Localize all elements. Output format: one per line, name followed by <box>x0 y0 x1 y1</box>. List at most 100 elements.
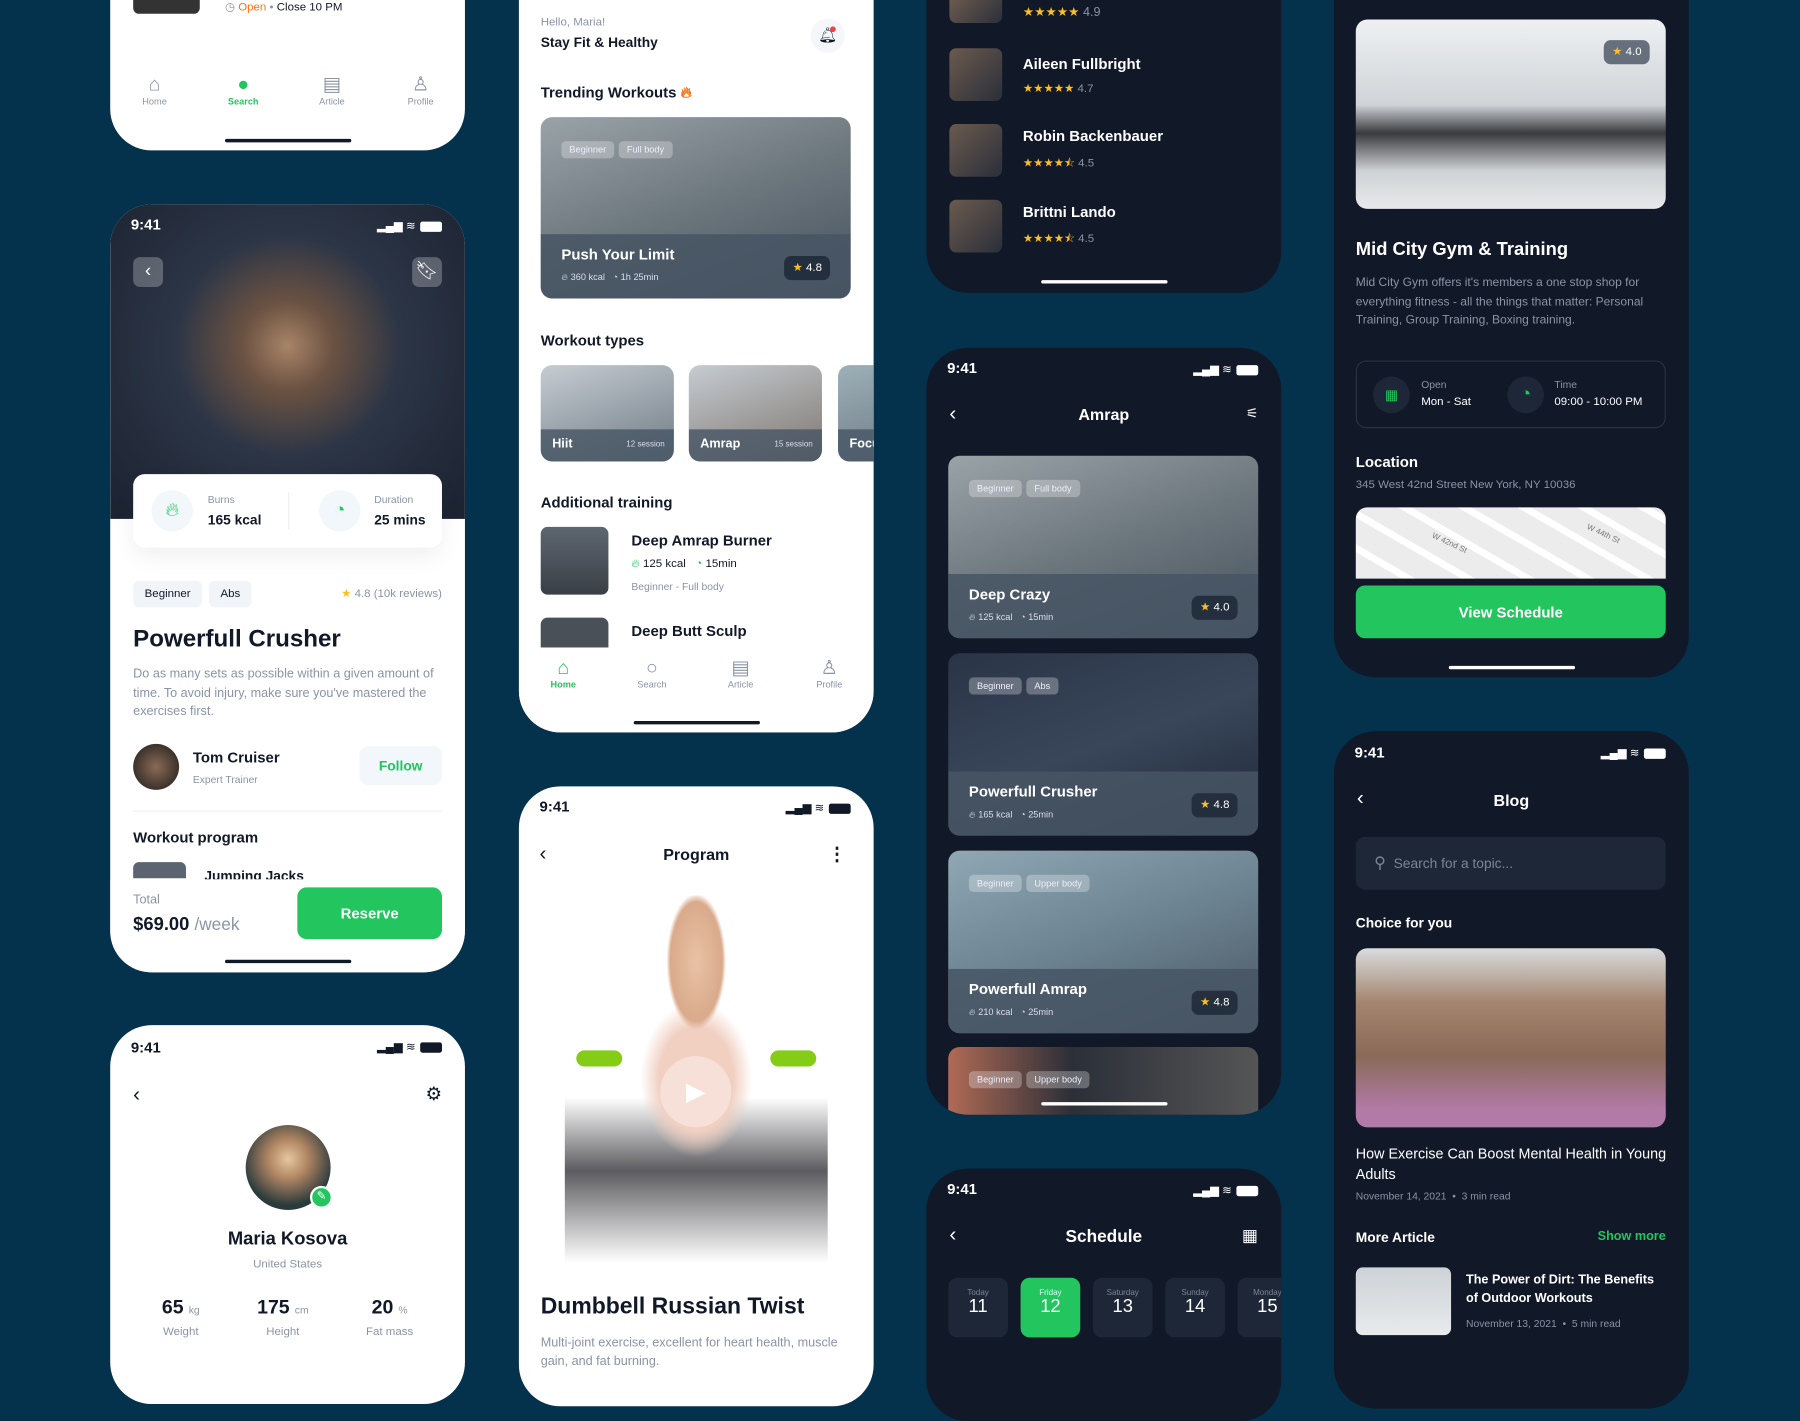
trainer-role: Expert Trainer <box>192 773 258 786</box>
more-icon[interactable]: ⋮ <box>828 843 846 866</box>
follow-button[interactable]: Follow <box>359 746 442 786</box>
close-time: Close 10 PM <box>276 1 343 14</box>
trainer-rating: 4.9 <box>1082 5 1101 20</box>
nav-home[interactable]: ⌂ Home <box>126 73 183 106</box>
status-time: 9:41 <box>947 1180 977 1198</box>
tag-beginner: Beginner <box>133 580 203 608</box>
trainer-avatar <box>949 48 1003 102</box>
burns-label: Burns <box>207 493 235 506</box>
nav-search[interactable]: ○ Search <box>623 657 680 690</box>
show-more-link[interactable]: Show more <box>1598 1230 1666 1244</box>
reserve-button[interactable]: Reserve <box>297 887 442 940</box>
gym-thumbnail <box>133 0 200 14</box>
stats-card: 🔥︎ Burns 165 kcal ◔ Duration 25 mins <box>133 474 442 548</box>
duration-label: Duration <box>374 493 414 506</box>
screen-title: Amrap <box>1078 405 1130 424</box>
view-schedule-button[interactable]: View Schedule <box>1355 585 1666 639</box>
duration-value: 25 mins <box>374 512 426 529</box>
featured-image[interactable] <box>1355 948 1666 1128</box>
amrap-screen: 9:41 ▂▄▆ ≋ ‹ Amrap ⚟ Beginner Full body D… <box>926 347 1282 1115</box>
featured-title[interactable]: How Exercise Can Boost Mental Health in … <box>1356 1143 1668 1184</box>
blog-screen: 9:41 ▂▄▆ ≋ ‹ Blog ⚲ Search for a topic..… <box>1333 731 1689 1409</box>
home-screen: Hello, Maria! Stay Fit & Healthy 🔔︎ Tren… <box>518 0 874 733</box>
additional-title[interactable]: Deep Amrap Burner <box>631 532 771 549</box>
nav-home[interactable]: ⌂ Home <box>535 657 592 690</box>
day-chip-selected[interactable]: Friday 12 <box>1020 1277 1081 1338</box>
article-title[interactable]: The Power of Dirt: The Benefits of Outdo… <box>1466 1271 1667 1308</box>
day-chip[interactable]: Saturday 13 <box>1092 1277 1153 1338</box>
type-card-focus[interactable]: Focus <box>838 365 874 462</box>
screen-title: Program <box>663 844 730 864</box>
rating: ★ 4.8 (10k reviews) <box>341 587 442 601</box>
location-heading: Location <box>1355 453 1418 471</box>
workout-card[interactable]: Beginner Abs Powerfull Crusher 🔥︎ 165 kcal… <box>948 653 1259 836</box>
greeting: Hello, Maria! <box>540 16 606 29</box>
nav-article[interactable]: ▤ Article <box>712 657 769 690</box>
back-button[interactable]: ‹ <box>133 257 164 287</box>
day-chip[interactable]: Sunday 14 <box>1165 1277 1225 1338</box>
nav-search[interactable]: ● Search <box>215 73 272 106</box>
gym-image: ★ 4.0 <box>1355 19 1666 209</box>
home-indicator <box>1041 280 1168 284</box>
program-item[interactable]: Jumping Jacks <box>204 868 304 879</box>
trainer-row[interactable]: ★★★★★ 4.9 <box>1023 5 1101 21</box>
workout-card[interactable]: Beginner Full body Deep Crazy 🔥︎ 125 kcal … <box>948 455 1259 639</box>
screen-title: Blog <box>1493 790 1530 810</box>
home-indicator <box>633 720 760 725</box>
type-card-hiit[interactable]: Hiit 12 session <box>540 365 674 462</box>
search-input[interactable]: ⚲ Search for a topic... <box>1355 836 1666 890</box>
rating-badge: ★ 4.0 <box>1604 40 1650 65</box>
bookmark-button[interactable]: 🔖︎ <box>412 257 442 287</box>
price: $69.00 /week <box>133 914 240 935</box>
day-chip[interactable]: Monday 15 <box>1237 1277 1282 1338</box>
additional-title[interactable]: Deep Butt Sculp <box>631 622 746 639</box>
clock-icon: ◔ <box>1507 376 1545 414</box>
play-button[interactable]: ▶ <box>660 1056 732 1128</box>
stat-fat-mass: 20 % Fat mass <box>366 1296 414 1339</box>
workout-card[interactable]: Beginner Upper body Powerfull Amrap 🔥︎ 210… <box>948 850 1259 1034</box>
settings-icon[interactable]: ⚙ <box>426 1083 442 1106</box>
types-heading: Workout types <box>540 331 645 349</box>
exercise-video[interactable]: ▶ <box>564 895 828 1263</box>
bottom-nav: ⌂ Home ● Search ▤ Article ♙ Profile <box>110 73 465 106</box>
type-card-amrap[interactable]: Amrap 15 session <box>688 365 822 462</box>
map[interactable]: W 42nd St W 44th St <box>1355 507 1666 579</box>
profile-icon: ♙ <box>411 73 430 96</box>
hero-image <box>110 204 465 519</box>
trending-card[interactable]: Beginner Full body Push Your Limit 🔥︎ 360 … <box>540 117 851 299</box>
article-icon: ▤ <box>731 656 750 679</box>
trainer-row[interactable]: Robin Backenbauer ★★★★⯪ 4.5 <box>949 123 1163 177</box>
trainer-row[interactable]: Brittni Lando ★★★★⯪ 4.5 <box>949 199 1116 253</box>
profile-screen: 9:41 ▂▄▆ ≋ ‹ ⚙ ✎ Maria Kosova United Sta… <box>110 1025 465 1405</box>
back-button[interactable]: ‹ <box>133 1083 140 1107</box>
fire-icon: 🔥︎ <box>680 83 692 102</box>
edit-avatar-button[interactable]: ✎ <box>309 1185 333 1209</box>
status-icons: ▂▄▆ ≋ <box>1193 1185 1259 1197</box>
trainer-row[interactable]: Aileen Fullbright ★★★★★ 4.7 <box>949 48 1141 102</box>
trainer-avatar <box>133 743 180 790</box>
nav-article[interactable]: ▤ Article <box>303 73 360 106</box>
search-icon: ○ <box>646 656 658 679</box>
home-icon: ⌂ <box>557 656 570 679</box>
total-label: Total <box>133 893 160 907</box>
home-indicator <box>1041 1102 1168 1106</box>
filter-icon[interactable]: ⚟ <box>1246 405 1258 421</box>
tag: Full body <box>618 141 673 159</box>
calendar-icon[interactable]: ▦ <box>1242 1225 1258 1246</box>
nav-profile[interactable]: ♙ Profile <box>392 73 449 106</box>
featured-meta: November 14, 2021 • 3 min read <box>1355 1190 1511 1202</box>
stat-weight: 65 kg Weight <box>161 1296 200 1339</box>
profile-stats: 65 kg Weight 175 cm Height 20 % Fat mass <box>133 1296 442 1338</box>
notification-button[interactable]: 🔔︎ <box>810 18 845 53</box>
workout-title: Powerfull Crusher <box>133 625 341 653</box>
status-time: 9:41 <box>130 215 161 234</box>
rating-stars: ★★★★★ <box>1022 5 1080 20</box>
day-chip[interactable]: Today 11 <box>948 1277 1008 1338</box>
calendar-icon: ▦ <box>1373 376 1410 414</box>
address: 345 West 42nd Street New York, NY 10036 <box>1355 478 1576 492</box>
more-heading: More Article <box>1355 1229 1435 1246</box>
nav-profile[interactable]: ♙ Profile <box>801 657 858 690</box>
home-indicator <box>225 959 352 964</box>
tag: Beginner <box>561 141 615 159</box>
trainers-screen: ★★★★★ 4.9 Aileen Fullbright ★★★★★ 4.7 Rob… <box>926 0 1282 293</box>
